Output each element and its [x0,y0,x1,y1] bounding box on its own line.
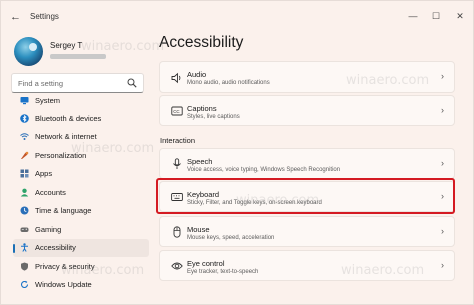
sidebar-item-label: Bluetooth & devices [35,114,102,123]
shield-icon [21,262,28,271]
section-header-interaction: Interaction [160,136,196,145]
svg-text:CC: CC [173,109,180,114]
accounts-icon [20,188,29,197]
sidebar-item-windows-update[interactable]: Windows Update [13,276,149,294]
card-subtitle: Mouse keys, speed, acceleration [187,235,275,241]
mouse-icon [173,226,181,238]
eye-icon [171,262,183,270]
sidebar-item-privacy[interactable]: Privacy & security [13,258,149,276]
chevron-right-icon: › [441,71,444,81]
settings-window: ← Settings — ☐ ✕ Sergey T Find a setting… [0,0,474,305]
app-title: Settings [30,12,59,21]
close-button[interactable]: ✕ [452,9,468,23]
sidebar-item-label: Windows Update [35,280,92,289]
sidebar-item-personalization[interactable]: Personalization [13,147,149,165]
card-subtitle: Mono audio, audio notifications [187,80,270,86]
sidebar-item-label: Apps [35,169,53,178]
sidebar-item-time-language[interactable]: Time & language [13,202,149,220]
maximize-button[interactable]: ☐ [428,9,444,23]
sidebar-item-label: Accounts [35,188,66,197]
sidebar-item-label: Gaming [35,225,62,234]
sidebar-item-label: Time & language [35,206,92,215]
card-subtitle: Voice access, voice typing, Windows Spee… [187,167,341,173]
search-placeholder: Find a setting [18,79,64,88]
accessibility-icon [21,243,28,252]
sidebar-item-bluetooth[interactable]: Bluetooth & devices [13,110,149,128]
sidebar-item-system[interactable]: System [13,92,149,110]
sidebar-item-label: Network & internet [35,132,97,141]
captions-icon: CC [171,106,183,116]
personalization-icon [21,151,29,159]
sidebar-item-accessibility[interactable]: Accessibility [13,239,149,257]
highlight-box [156,178,455,214]
title-bar: ← Settings — ☐ ✕ [1,1,474,31]
card-subtitle: Styles, live captions [187,114,240,120]
card-title: Mouse [187,225,210,234]
avatar[interactable] [14,37,43,66]
watermark: winaero.com [81,39,165,54]
settings-card-speech[interactable]: Speech Voice access, voice typing, Windo… [159,148,455,179]
chevron-right-icon: › [441,226,444,236]
chevron-right-icon: › [441,260,444,270]
bluetooth-icon [20,114,29,123]
user-email-redacted [50,54,106,59]
avatar-image [29,43,37,51]
active-indicator [13,244,15,253]
card-title: Audio [187,70,207,79]
search-icon[interactable] [127,78,137,88]
sidebar-item-gaming[interactable]: Gaming [13,221,149,239]
microphone-icon [173,158,181,169]
settings-card-audio[interactable]: Audio Mono audio, audio notifications › [159,61,455,93]
apps-icon [20,169,29,178]
chevron-right-icon: › [441,158,444,168]
sidebar-item-label: System [35,96,61,105]
sidebar-item-label: Privacy & security [35,262,95,271]
minimize-button[interactable]: — [405,9,421,23]
chevron-right-icon: › [441,105,444,115]
settings-card-eye-control[interactable]: Eye control Eye tracker, text-to-speech … [159,250,455,281]
windows-update-icon [20,280,29,288]
settings-card-mouse[interactable]: Mouse Mouse keys, speed, acceleration › [159,216,455,247]
sidebar-item-label: Accessibility [35,243,76,252]
gaming-icon [20,227,29,232]
card-subtitle: Eye tracker, text-to-speech [187,269,259,275]
sidebar-item-label: Personalization [35,151,87,160]
back-button[interactable]: ← [10,11,24,23]
time-language-icon [20,206,29,215]
system-icon [20,97,29,105]
sidebar-item-accounts[interactable]: Accounts [13,184,149,202]
page-title: Accessibility [159,34,244,51]
network-icon [20,133,29,140]
sidebar-item-apps[interactable]: Apps [13,165,149,183]
card-title: Speech [187,157,213,166]
audio-icon [171,72,181,84]
search-input[interactable]: Find a setting [11,73,144,93]
card-title: Eye control [187,259,225,268]
user-name: Sergey T [50,41,83,50]
settings-card-captions[interactable]: CC Captions Styles, live captions › [159,95,455,126]
card-title: Captions [187,104,217,113]
sidebar-item-network[interactable]: Network & internet [13,128,149,146]
